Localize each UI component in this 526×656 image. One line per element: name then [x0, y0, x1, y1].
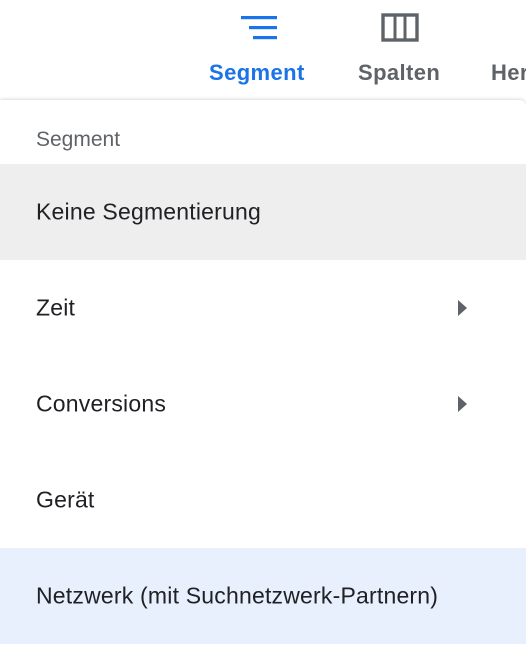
menu-item-zeit[interactable]: Zeit [0, 260, 526, 356]
menu-item-label: Keine Segmentierung [36, 198, 262, 225]
menu-item-keine-segmentierung[interactable]: Keine Segmentierung [0, 164, 526, 260]
menu-item-label: Zeit [36, 294, 76, 321]
segment-menu: Segment Keine Segmentierung Zeit Convers… [0, 100, 526, 656]
menu-item-netzwerk[interactable]: Netzwerk (mit Suchnetzwerk-Partnern) [0, 548, 526, 644]
more-toolbar-button[interactable]: Her [482, 0, 526, 100]
segment-button[interactable]: Segment [200, 0, 318, 100]
menu-item-conversions[interactable]: Conversions [0, 356, 526, 452]
more-toolbar-button-label: Her [491, 60, 526, 85]
segment-button-label: Segment [209, 60, 305, 85]
menu-item-geraet[interactable]: Gerät [0, 452, 526, 548]
columns-button-label: Spalten [358, 60, 441, 85]
columns-icon [380, 12, 420, 44]
menu-item-label: Gerät [36, 486, 95, 513]
toolbar: Segment Spalten Her [0, 0, 526, 100]
menu-item-label: Netzwerk (mit Suchnetzwerk-Partnern) [36, 582, 439, 609]
menu-item-label: Conversions [36, 390, 167, 417]
submenu-arrow-icon [458, 396, 467, 412]
menu-heading: Segment [36, 128, 121, 151]
segment-icon [239, 12, 279, 44]
columns-button[interactable]: Spalten [348, 0, 452, 100]
submenu-arrow-icon [458, 300, 467, 316]
